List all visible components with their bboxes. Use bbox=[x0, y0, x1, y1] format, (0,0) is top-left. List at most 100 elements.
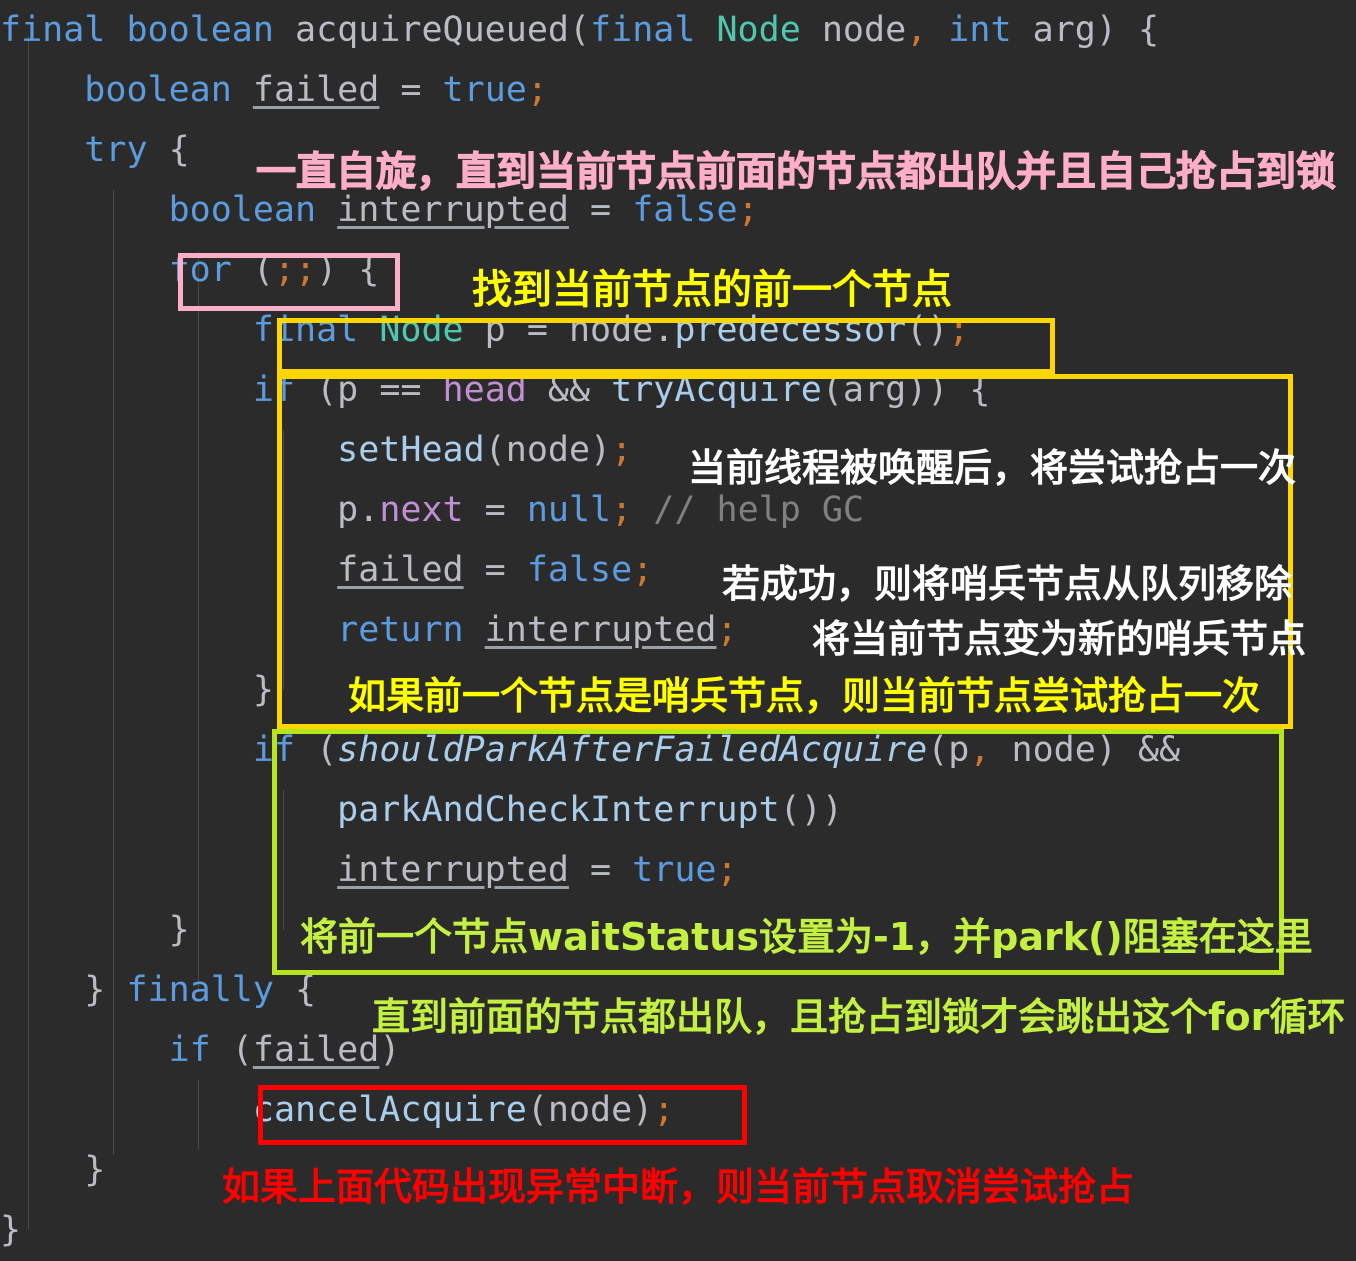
code-token: = bbox=[463, 550, 527, 590]
code-token: && bbox=[526, 370, 612, 410]
code-token: interrupted bbox=[484, 610, 717, 650]
code-token: true bbox=[442, 70, 527, 110]
code-token: } bbox=[0, 1210, 22, 1250]
code-token: = bbox=[568, 190, 633, 230]
code-token: failed bbox=[252, 1030, 380, 1070]
code-token: ; bbox=[716, 850, 738, 890]
line-if-head: if (p == head && tryAcquire(arg)) { bbox=[0, 360, 1356, 420]
code-token: boolean bbox=[84, 70, 232, 110]
code-token: ; bbox=[948, 310, 970, 350]
annotation-exception-cancel: 如果上面代码出现异常中断，则当前节点取消尝试抢占 bbox=[222, 1165, 1135, 1209]
code-token: } bbox=[84, 970, 106, 1010]
annotation-thread-awake-try: 当前线程被唤醒后，将尝试抢占一次 bbox=[688, 446, 1297, 490]
code-token: p = node. bbox=[463, 310, 675, 350]
code-token: boolean bbox=[168, 190, 317, 230]
code-token: Node bbox=[379, 310, 464, 350]
code-token: acquireQueued bbox=[295, 10, 569, 50]
code-token: p. bbox=[337, 490, 380, 530]
code-token: ; bbox=[611, 430, 633, 470]
annotation-become-new-head: 将当前节点变为新的哨兵节点 bbox=[812, 617, 1307, 661]
code-token: cancelAcquire bbox=[252, 1090, 527, 1130]
code-token: for bbox=[168, 250, 232, 290]
line-signature: final boolean acquireQueued(final Node n… bbox=[0, 0, 1356, 60]
code-token: ( bbox=[210, 1030, 253, 1070]
line-if-shouldpark: if (shouldParkAfterFailedAcquire(p, node… bbox=[0, 720, 1356, 780]
code-token: = bbox=[379, 70, 443, 110]
code-token: (node) bbox=[484, 430, 612, 470]
code-token: ( bbox=[231, 250, 274, 290]
code-token: final bbox=[252, 310, 359, 350]
code-token: arg bbox=[1011, 10, 1096, 50]
code-token: , bbox=[969, 730, 991, 770]
code-token: true bbox=[632, 850, 717, 890]
code-token: (p bbox=[927, 730, 970, 770]
code-token: ) { bbox=[316, 250, 380, 290]
code-token: } bbox=[252, 670, 274, 710]
code-token: ()) bbox=[779, 790, 843, 830]
code-token: finally bbox=[126, 970, 274, 1010]
code-token: try bbox=[84, 130, 148, 170]
code-token: failed bbox=[337, 550, 464, 590]
code-token: final bbox=[590, 10, 696, 50]
code-token: failed bbox=[252, 70, 380, 110]
code-token: final bbox=[0, 10, 106, 50]
code-token: setHead bbox=[337, 430, 485, 470]
code-token: } bbox=[168, 910, 190, 950]
annotation-find-predecessor: 找到当前节点的前一个节点 bbox=[472, 267, 952, 313]
annotation-prev-is-head-try: 如果前一个节点是哨兵节点，则当前节点尝试抢占一次 bbox=[348, 674, 1261, 718]
code-token: tryAcquire bbox=[611, 370, 822, 410]
code-token: false bbox=[632, 190, 738, 230]
code-token: ( bbox=[568, 10, 591, 50]
code-token: if bbox=[252, 730, 296, 770]
code-token: ; bbox=[632, 550, 654, 590]
line-failed-true: boolean failed = true; bbox=[0, 60, 1356, 120]
code-token: ; bbox=[716, 610, 738, 650]
code-token: ( bbox=[295, 730, 338, 770]
code-token: ; bbox=[526, 70, 548, 110]
code-token: shouldParkAfterFailedAcquire bbox=[337, 730, 928, 770]
code-token: = bbox=[568, 850, 633, 890]
line-close-method: } bbox=[0, 1200, 1356, 1260]
code-token: interrupted bbox=[337, 850, 569, 890]
line-cancelacquire: cancelAcquire(node); bbox=[0, 1080, 1356, 1140]
code-token: ) { bbox=[1095, 10, 1160, 50]
code-screenshot: final boolean acquireQueued(final Node n… bbox=[0, 0, 1356, 1261]
code-token: boolean bbox=[126, 10, 274, 50]
line-interrupted-true: interrupted = true; bbox=[0, 840, 1356, 900]
code-token: next bbox=[379, 490, 464, 530]
code-token: } bbox=[84, 1150, 106, 1190]
code-token: return bbox=[337, 610, 464, 650]
code-token: Node bbox=[716, 10, 801, 50]
code-token: int bbox=[948, 10, 1012, 50]
code-token: parkAndCheckInterrupt bbox=[337, 790, 780, 830]
code-token: { bbox=[273, 970, 317, 1010]
annotation-success-remove-head: 若成功，则将哨兵节点从队列移除 bbox=[722, 562, 1293, 606]
code-token: null bbox=[526, 490, 612, 530]
code-token: ; bbox=[611, 490, 633, 530]
code-token: if bbox=[168, 1030, 211, 1070]
code-token: ; bbox=[295, 250, 317, 290]
annotation-set-waitstatus-park: 将前一个节点waitStatus设置为-1，并park()阻塞在这里 bbox=[300, 915, 1313, 959]
